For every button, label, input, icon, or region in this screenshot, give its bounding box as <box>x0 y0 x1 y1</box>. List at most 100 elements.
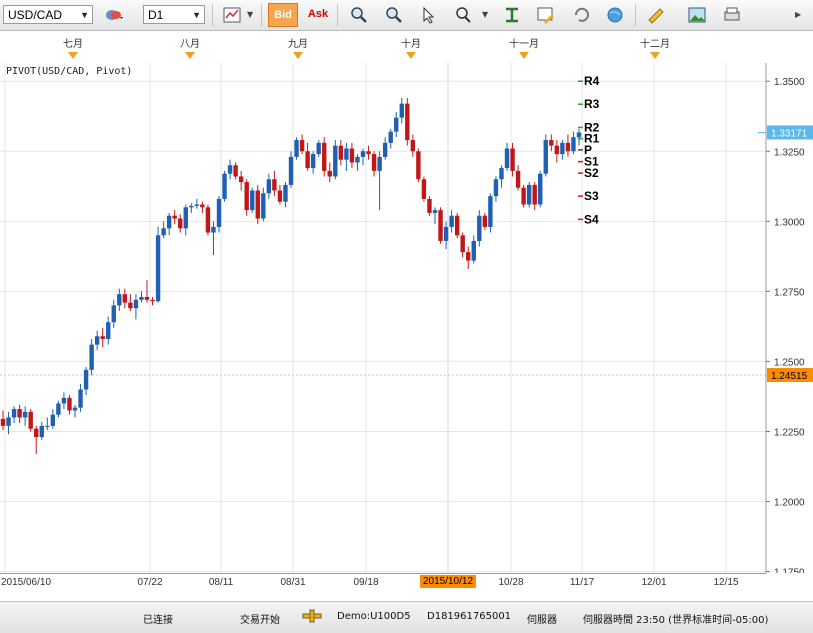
candle-body <box>460 235 465 253</box>
crosshair-price-badge: 1.24515 <box>771 371 808 382</box>
candle-body <box>56 403 61 415</box>
candle-body <box>244 182 249 211</box>
globe-icon[interactable] <box>605 5 625 25</box>
indicator-icon[interactable] <box>502 5 522 25</box>
current-price-badge: 1.33171 <box>771 128 808 139</box>
date-label: 11/17 <box>569 577 595 588</box>
candle-body <box>443 226 449 241</box>
symbol-select[interactable]: USD/CAD ▼ <box>3 5 93 24</box>
candle-body <box>416 151 421 180</box>
candle-body <box>172 215 177 219</box>
ask-button[interactable]: Ask <box>303 3 333 27</box>
candle-body <box>288 156 294 185</box>
date-label: 08/31 <box>280 577 306 588</box>
candle-body <box>39 425 44 438</box>
magnifier-icon[interactable] <box>453 5 473 25</box>
candle-body <box>538 173 543 205</box>
price-tick-label: 1.2500 <box>774 357 805 368</box>
candle-body <box>111 305 116 323</box>
candle-body <box>34 428 39 438</box>
candle-body <box>576 132 582 138</box>
candle-body <box>515 170 521 188</box>
candle-body <box>183 207 188 229</box>
currency-icon[interactable] <box>104 5 124 25</box>
candle-body <box>549 140 554 146</box>
candle-body <box>338 145 344 160</box>
candle-body <box>377 156 382 171</box>
timeframe-select[interactable]: D1 ▼ <box>143 5 205 24</box>
date-label: 2015/06/10 <box>0 577 52 588</box>
month-label: 十月 <box>401 39 421 50</box>
candle-body <box>189 205 194 208</box>
candle-body <box>89 344 94 370</box>
chevron-down-icon[interactable]: ▼ <box>482 10 488 19</box>
candle-body <box>432 210 438 213</box>
chevron-down-icon: ▼ <box>80 10 89 20</box>
candle-body <box>227 165 233 174</box>
candle-body <box>128 302 133 309</box>
date-label: 08/11 <box>208 577 234 588</box>
candle-body <box>238 176 244 183</box>
candle-body <box>438 210 443 241</box>
draw-tool-icon[interactable] <box>536 5 556 25</box>
price-tick-label: 1.3250 <box>774 147 805 158</box>
candle-body <box>565 142 571 152</box>
pivot-label: S3 <box>584 189 599 203</box>
candle-body <box>405 103 410 141</box>
server-label: 伺服器 <box>527 615 557 626</box>
price-tick-label: 1.1750 <box>774 568 805 573</box>
cursor-icon[interactable] <box>419 5 439 25</box>
candle-body <box>526 184 532 205</box>
zoom-out-icon[interactable] <box>384 5 404 25</box>
candle-body <box>94 336 100 345</box>
symbol-value: USD/CAD <box>8 8 63 22</box>
candle-body <box>139 296 144 300</box>
date-label: 07/22 <box>137 577 163 588</box>
candle-body <box>155 235 161 302</box>
date-label: 09/18 <box>353 577 379 588</box>
candle-body <box>72 407 78 411</box>
date-label: 10/28 <box>498 577 524 588</box>
candle-body <box>294 140 299 157</box>
candle-body <box>421 179 427 199</box>
price-chart[interactable]: R4R3R2R1PS1S2S3S4 1.35001.32501.30001.27… <box>0 63 813 573</box>
refresh-icon[interactable] <box>572 5 592 25</box>
chevron-right-icon[interactable]: ▶ <box>795 10 801 19</box>
candle-body <box>283 184 288 202</box>
toolbar-divider <box>261 4 262 26</box>
connection-status: 已连接 <box>143 615 173 626</box>
candle-body <box>161 228 166 236</box>
ruler-icon[interactable] <box>646 5 666 25</box>
candle-body <box>499 168 504 180</box>
candle-body <box>355 156 360 163</box>
month-marker <box>293 52 303 59</box>
print-icon[interactable] <box>722 5 742 25</box>
candle-body <box>394 117 399 132</box>
chevron-down-icon[interactable]: ▼ <box>247 10 253 19</box>
price-tick-label: 1.3500 <box>774 77 805 88</box>
chart-type-icon[interactable] <box>222 5 242 25</box>
candle-body <box>532 184 537 205</box>
pivot-label: S4 <box>584 212 599 226</box>
candle-body <box>560 142 565 155</box>
pivot-label: R4 <box>584 74 600 88</box>
candle-body <box>299 140 305 152</box>
candle-body <box>477 215 482 241</box>
price-tick-label: 1.3000 <box>774 217 805 228</box>
candle-body <box>17 409 22 418</box>
month-label: 十二月 <box>640 39 670 50</box>
candle-body <box>83 369 89 390</box>
image-icon[interactable] <box>687 5 707 25</box>
bid-button[interactable]: Bid <box>268 3 298 27</box>
zoom-in-icon[interactable] <box>349 5 369 25</box>
candle-body <box>449 215 454 227</box>
candle-body <box>67 397 72 411</box>
candle-body <box>200 204 205 208</box>
toolbar: USD/CAD ▼ D1 ▼ ▼ Bid Ask ▼ ▶ <box>0 0 813 31</box>
candle-body <box>150 299 155 302</box>
candle-body <box>117 294 122 306</box>
candle-body <box>11 409 17 418</box>
candle-body <box>493 179 499 197</box>
candle-body <box>233 165 238 177</box>
candle-body <box>327 170 332 177</box>
